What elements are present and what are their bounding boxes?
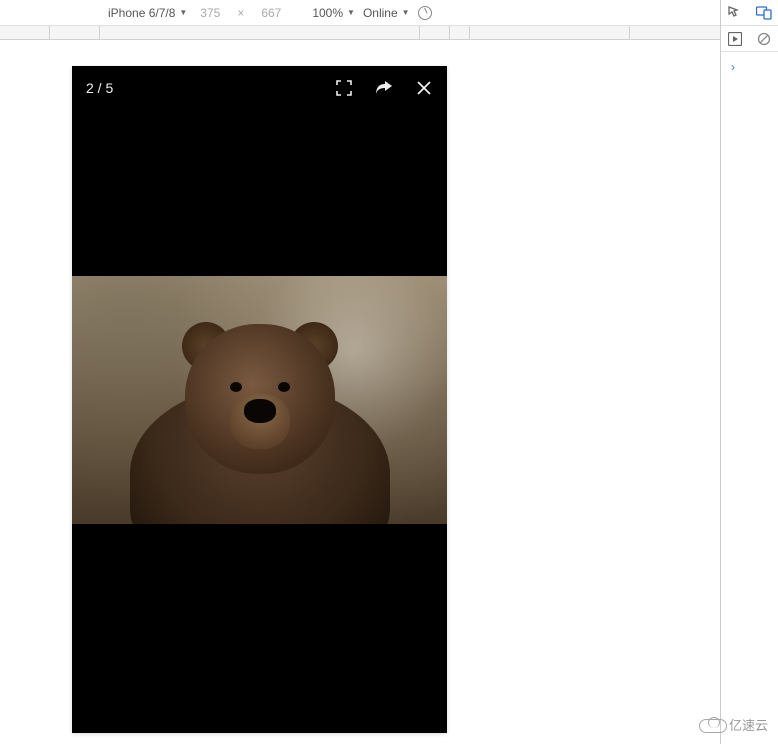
viewer-actions bbox=[335, 79, 433, 97]
image-content[interactable] bbox=[72, 276, 447, 524]
share-icon[interactable] bbox=[375, 79, 393, 97]
ruler-segment[interactable] bbox=[630, 26, 700, 39]
ruler-segment[interactable] bbox=[50, 26, 100, 39]
image-viewer-topbar: 2 / 5 bbox=[72, 66, 447, 110]
watermark: 亿速云 bbox=[699, 715, 768, 734]
toggle-device-icon[interactable] bbox=[756, 5, 772, 21]
height-value[interactable]: 667 bbox=[256, 6, 286, 20]
watermark-text: 亿速云 bbox=[729, 715, 768, 734]
cloud-icon bbox=[699, 717, 725, 733]
phone-screen: 2 / 5 bbox=[72, 66, 447, 733]
rotate-icon[interactable] bbox=[416, 4, 434, 22]
ruler-segment[interactable] bbox=[0, 26, 50, 39]
fullscreen-icon[interactable] bbox=[335, 79, 353, 97]
ruler-segment[interactable] bbox=[420, 26, 450, 39]
close-icon[interactable] bbox=[415, 79, 433, 97]
devtools-device-bar: iPhone 6/7/8 ▼ 375 × 667 100% ▼ Online ▼… bbox=[0, 0, 778, 26]
network-select[interactable]: Online ▼ bbox=[363, 6, 410, 20]
zoom-label: 100% bbox=[312, 6, 343, 20]
caret-down-icon: ▼ bbox=[179, 8, 187, 17]
ruler-segment[interactable] bbox=[100, 26, 420, 39]
emulated-viewport: 2 / 5 bbox=[0, 40, 720, 744]
play-panel-icon[interactable] bbox=[727, 31, 743, 47]
devtools-side-panel: › bbox=[720, 0, 778, 744]
ruler-segment[interactable] bbox=[470, 26, 630, 39]
width-value[interactable]: 375 bbox=[195, 6, 225, 20]
no-sign-icon[interactable] bbox=[756, 31, 772, 47]
caret-down-icon: ▼ bbox=[347, 8, 355, 17]
ruler-segment[interactable] bbox=[450, 26, 470, 39]
zoom-select[interactable]: 100% ▼ bbox=[312, 6, 355, 20]
side-panel-second-row bbox=[721, 26, 778, 52]
network-label: Online bbox=[363, 6, 398, 20]
responsive-ruler bbox=[0, 26, 720, 40]
caret-down-icon: ▼ bbox=[402, 8, 410, 17]
device-label: iPhone 6/7/8 bbox=[108, 6, 175, 20]
select-element-icon[interactable] bbox=[727, 5, 743, 21]
dimension-separator: × bbox=[237, 6, 244, 20]
device-select[interactable]: iPhone 6/7/8 ▼ bbox=[108, 6, 187, 20]
image-counter: 2 / 5 bbox=[86, 80, 113, 96]
expand-chevron-icon[interactable]: › bbox=[721, 52, 778, 82]
side-panel-top-row bbox=[721, 0, 778, 26]
